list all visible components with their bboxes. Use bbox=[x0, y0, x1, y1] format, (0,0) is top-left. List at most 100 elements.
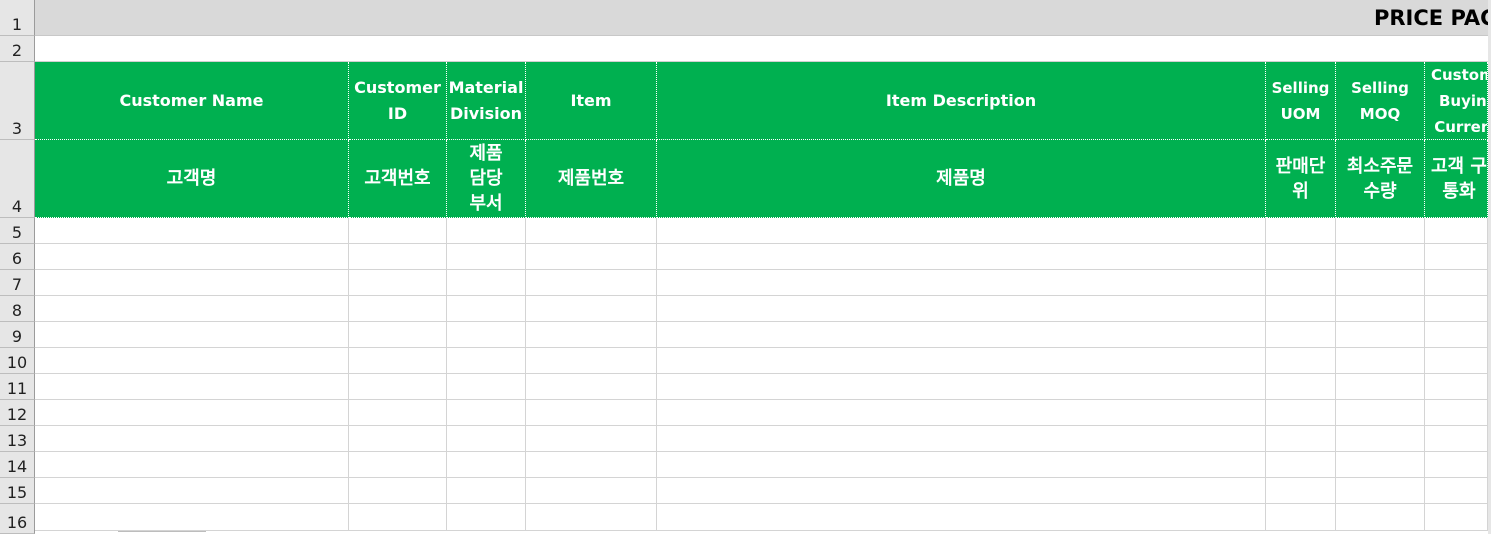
row-header-13[interactable]: 13 bbox=[0, 426, 35, 452]
cell[interactable] bbox=[447, 504, 526, 531]
cell[interactable] bbox=[35, 374, 349, 400]
cell[interactable] bbox=[1425, 374, 1488, 400]
cell[interactable] bbox=[657, 504, 1266, 531]
cell[interactable] bbox=[657, 478, 1266, 504]
cell[interactable] bbox=[1425, 452, 1488, 478]
cell[interactable] bbox=[447, 296, 526, 322]
cell[interactable] bbox=[1266, 374, 1336, 400]
cell[interactable] bbox=[1425, 322, 1488, 348]
cell[interactable] bbox=[526, 374, 657, 400]
row-header-9[interactable]: 9 bbox=[0, 322, 35, 348]
row-header-6[interactable]: 6 bbox=[0, 244, 35, 270]
cell[interactable] bbox=[1336, 270, 1425, 296]
cell[interactable] bbox=[1266, 348, 1336, 374]
cell[interactable] bbox=[1336, 478, 1425, 504]
cell[interactable] bbox=[447, 426, 526, 452]
cell[interactable] bbox=[1336, 400, 1425, 426]
cell[interactable] bbox=[1425, 348, 1488, 374]
cell[interactable] bbox=[349, 296, 447, 322]
cell[interactable] bbox=[1425, 244, 1488, 270]
row-header-12[interactable]: 12 bbox=[0, 400, 35, 426]
cell[interactable] bbox=[1425, 426, 1488, 452]
cell[interactable] bbox=[1266, 504, 1336, 531]
cell[interactable] bbox=[35, 400, 349, 426]
title-row[interactable]: PRICE PAGE - bbox=[35, 0, 1491, 36]
header-customer-buying-currency-ko[interactable]: 고객 구 통화 bbox=[1425, 140, 1488, 218]
cell[interactable] bbox=[657, 374, 1266, 400]
row-header-10[interactable]: 10 bbox=[0, 348, 35, 374]
cell[interactable] bbox=[1336, 374, 1425, 400]
row-header-7[interactable]: 7 bbox=[0, 270, 35, 296]
cell[interactable] bbox=[35, 244, 349, 270]
cell[interactable] bbox=[349, 504, 447, 531]
header-item-en[interactable]: Item bbox=[526, 62, 657, 140]
row-header-11[interactable]: 11 bbox=[0, 374, 35, 400]
cell[interactable] bbox=[447, 322, 526, 348]
cell[interactable] bbox=[526, 322, 657, 348]
cell[interactable] bbox=[657, 348, 1266, 374]
cell[interactable] bbox=[1266, 218, 1336, 244]
row-header-5[interactable]: 5 bbox=[0, 218, 35, 244]
cell[interactable] bbox=[1425, 400, 1488, 426]
cell[interactable] bbox=[657, 244, 1266, 270]
header-material-division-ko[interactable]: 제품 담당 부서 bbox=[447, 140, 526, 218]
cell[interactable] bbox=[526, 478, 657, 504]
header-selling-moq-en[interactable]: Selling MOQ bbox=[1336, 62, 1425, 140]
cell[interactable] bbox=[35, 296, 349, 322]
cell[interactable] bbox=[657, 426, 1266, 452]
cell[interactable] bbox=[349, 426, 447, 452]
cell[interactable] bbox=[35, 348, 349, 374]
header-material-division-en[interactable]: Material Division bbox=[447, 62, 526, 140]
header-selling-moq-ko[interactable]: 최소주문 수량 bbox=[1336, 140, 1425, 218]
blank-row[interactable] bbox=[35, 36, 1491, 62]
cell[interactable] bbox=[447, 374, 526, 400]
cell[interactable] bbox=[1336, 218, 1425, 244]
header-selling-uom-en[interactable]: Selling UOM bbox=[1266, 62, 1336, 140]
cell[interactable] bbox=[1266, 270, 1336, 296]
row-header-1[interactable]: 1 bbox=[0, 0, 35, 36]
cell[interactable] bbox=[349, 374, 447, 400]
cell[interactable] bbox=[447, 400, 526, 426]
row-header-14[interactable]: 14 bbox=[0, 452, 35, 478]
cell[interactable] bbox=[1336, 348, 1425, 374]
header-item-description-ko[interactable]: 제품명 bbox=[657, 140, 1266, 218]
row-header-8[interactable]: 8 bbox=[0, 296, 35, 322]
cell[interactable] bbox=[657, 296, 1266, 322]
cell[interactable] bbox=[1266, 400, 1336, 426]
row-header-16[interactable]: 16 bbox=[0, 504, 35, 534]
cell[interactable] bbox=[349, 218, 447, 244]
row-header-4[interactable]: 4 bbox=[0, 140, 35, 218]
cell[interactable] bbox=[349, 270, 447, 296]
cell[interactable] bbox=[1425, 218, 1488, 244]
cell[interactable] bbox=[1425, 296, 1488, 322]
header-customer-id-en[interactable]: Customer ID bbox=[349, 62, 447, 140]
cell[interactable] bbox=[349, 322, 447, 348]
cell[interactable] bbox=[447, 218, 526, 244]
cell[interactable] bbox=[349, 244, 447, 270]
header-customer-id-ko[interactable]: 고객번호 bbox=[349, 140, 447, 218]
cell[interactable] bbox=[657, 270, 1266, 296]
cell[interactable] bbox=[657, 400, 1266, 426]
cell[interactable] bbox=[1336, 426, 1425, 452]
cell[interactable] bbox=[1266, 296, 1336, 322]
cell[interactable] bbox=[1266, 426, 1336, 452]
header-item-ko[interactable]: 제품번호 bbox=[526, 140, 657, 218]
cell[interactable] bbox=[526, 296, 657, 322]
cell[interactable] bbox=[349, 452, 447, 478]
cell[interactable] bbox=[1425, 504, 1488, 531]
row-header-15[interactable]: 15 bbox=[0, 478, 35, 504]
cell[interactable] bbox=[447, 244, 526, 270]
cell[interactable] bbox=[1425, 270, 1488, 296]
header-customer-name-ko[interactable]: 고객명 bbox=[35, 140, 349, 218]
cell[interactable] bbox=[447, 270, 526, 296]
cell[interactable] bbox=[526, 270, 657, 296]
cell[interactable] bbox=[35, 452, 349, 478]
cell[interactable] bbox=[349, 478, 447, 504]
row-header-2[interactable]: 2 bbox=[0, 36, 35, 62]
cell[interactable] bbox=[1336, 322, 1425, 348]
cell[interactable] bbox=[35, 504, 349, 531]
cell[interactable] bbox=[657, 322, 1266, 348]
cell[interactable] bbox=[447, 452, 526, 478]
cell[interactable] bbox=[1266, 244, 1336, 270]
cell[interactable] bbox=[35, 478, 349, 504]
